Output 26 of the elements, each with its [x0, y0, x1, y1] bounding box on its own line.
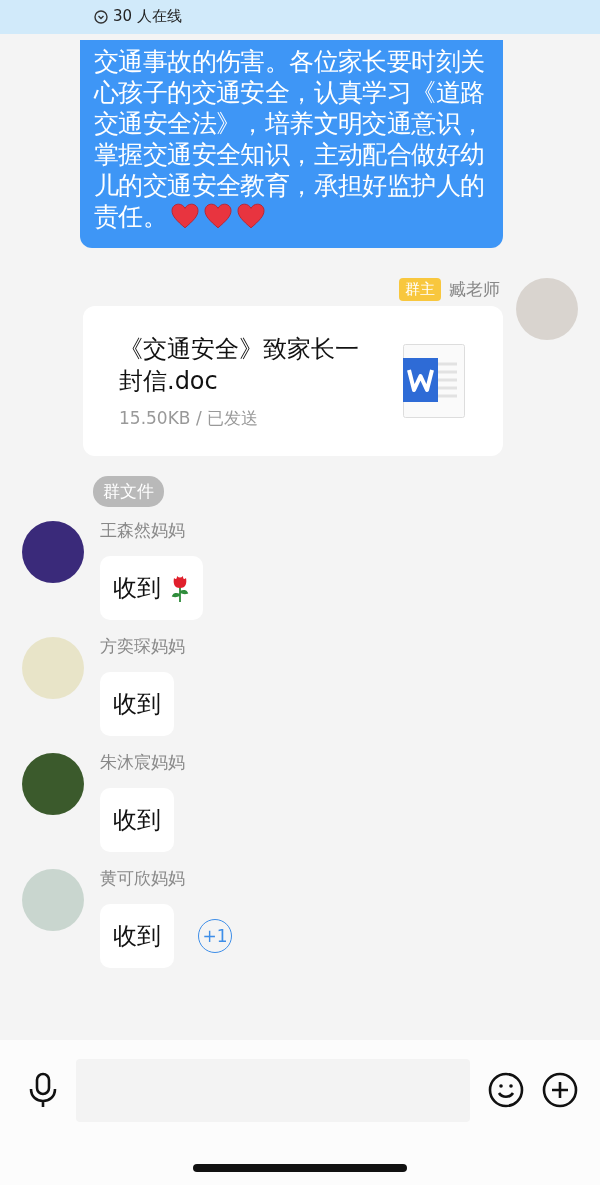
microphone-icon[interactable] — [28, 1072, 58, 1108]
message-bubble: 收到 — [100, 904, 174, 968]
heart-icon — [203, 203, 234, 229]
file-card[interactable]: 《交通安全》致家长一封信.doc 15.50KB / 已发送 — [83, 306, 503, 456]
sender-name: 方奕琛妈妈 — [100, 635, 185, 658]
sender-name: 王森然妈妈 — [100, 519, 186, 542]
role-badge: 群主 — [399, 278, 441, 301]
online-count[interactable]: 30 人在线 — [94, 7, 182, 26]
file-meta: 15.50KB / 已发送 — [119, 406, 259, 430]
smiley-icon[interactable] — [488, 1072, 524, 1108]
online-count-text: 30 人在线 — [113, 7, 182, 26]
message-bubble: 收到 — [100, 556, 203, 620]
message-bubble: 收到 — [100, 788, 174, 852]
heart-icon — [170, 203, 201, 229]
plus-icon[interactable] — [542, 1072, 578, 1108]
sender-name: 臧老师 — [449, 278, 500, 301]
message-bubble: 收到 — [100, 672, 174, 736]
chevron-down-icon — [94, 9, 108, 24]
word-document-icon — [403, 344, 465, 418]
heart-icon — [236, 203, 267, 229]
sender-name: 黄可欣妈妈 — [100, 867, 186, 890]
group-file-tag: 群文件 — [93, 476, 164, 507]
sender-name: 朱沐宸妈妈 — [100, 751, 185, 774]
rose-icon — [170, 573, 190, 603]
message-bubble: 交通事故的伤害。各位家长要时刻关心孩子的交通安全，认真学习《道路交通安全法》，培养文明交通意识，掌握交通安全知识，主动配合做好幼儿的交通安全教育，承担好监护人的责任。 — [80, 40, 503, 248]
file-name: 《交通安全》致家长一封信.doc — [119, 333, 360, 397]
